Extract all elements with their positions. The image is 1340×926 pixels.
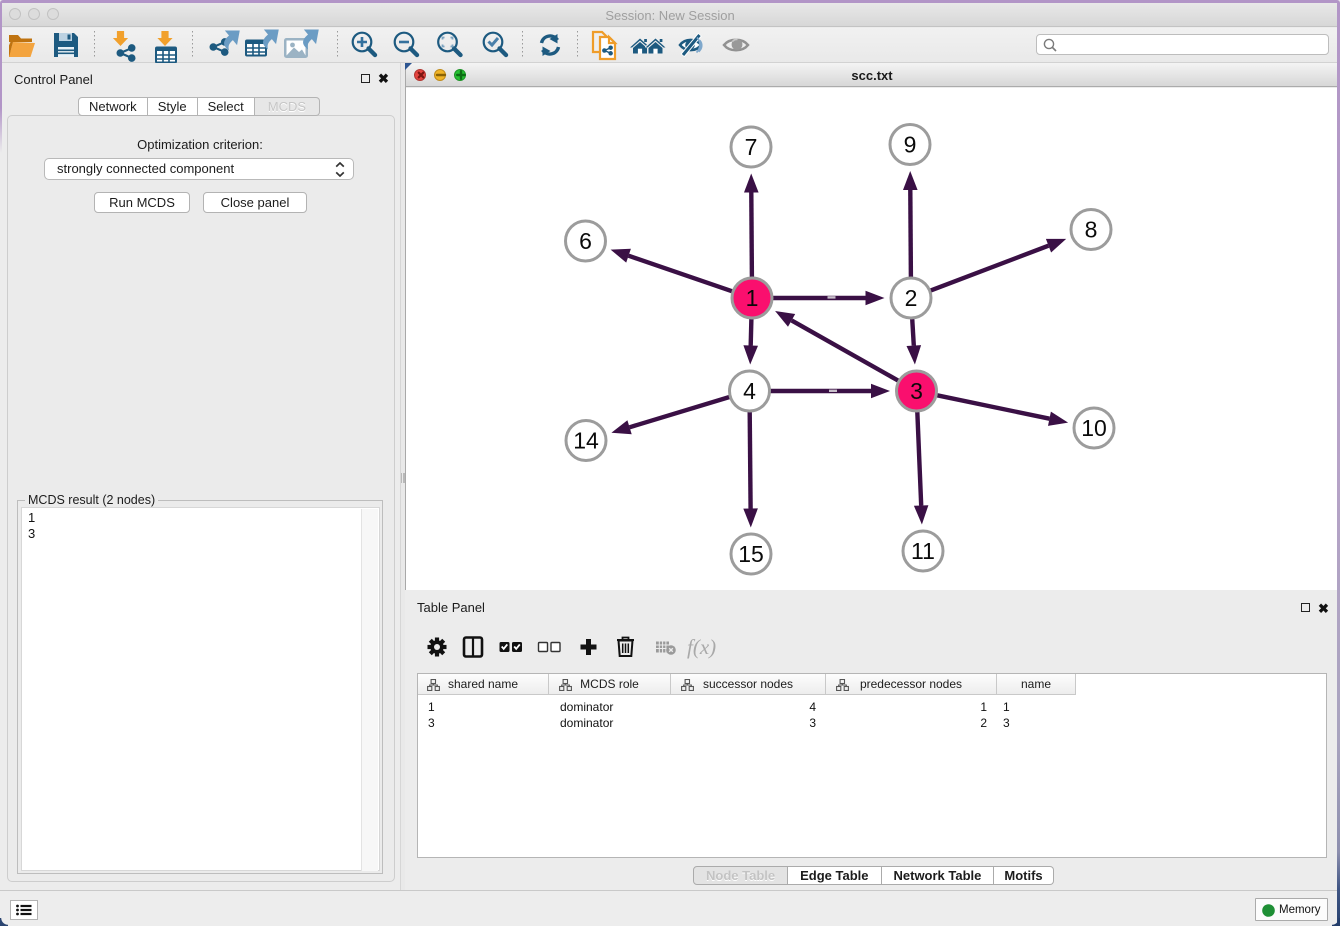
svg-text:15: 15 xyxy=(738,541,764,567)
svg-text:6: 6 xyxy=(579,228,592,254)
svg-text:10: 10 xyxy=(1081,415,1107,441)
svg-text:2: 2 xyxy=(905,285,918,311)
svg-text:7: 7 xyxy=(745,134,758,160)
svg-text:9: 9 xyxy=(904,131,917,157)
svg-text:11: 11 xyxy=(911,538,935,564)
svg-text:1: 1 xyxy=(746,285,759,311)
svg-text:f(x): f(x) xyxy=(687,635,716,659)
svg-text:14: 14 xyxy=(573,427,599,453)
svg-text:4: 4 xyxy=(743,378,756,404)
svg-text:3: 3 xyxy=(910,378,923,404)
svg-text:8: 8 xyxy=(1085,216,1098,242)
